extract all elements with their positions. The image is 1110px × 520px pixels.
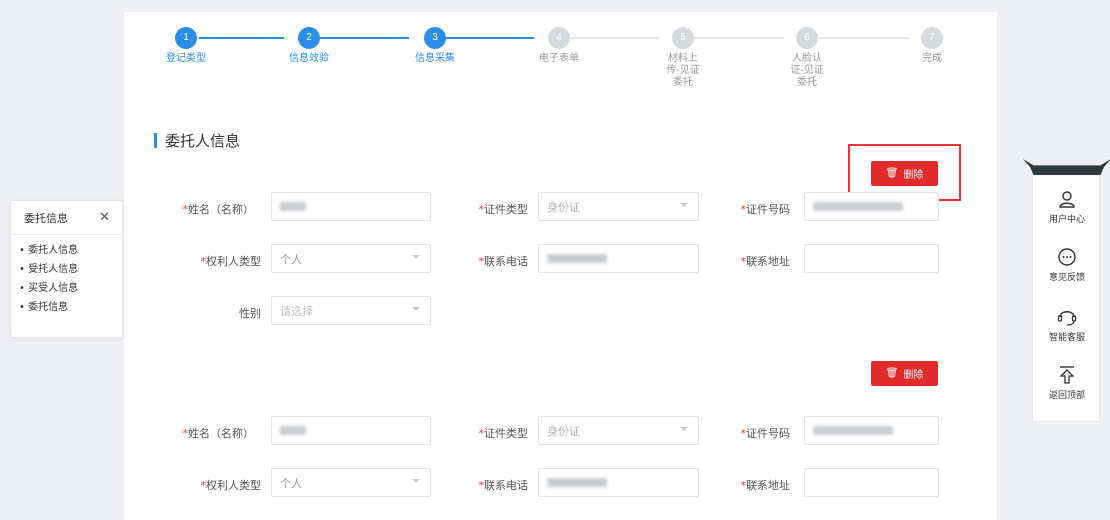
trash-icon: 🗑	[885, 368, 899, 379]
back-to-top-button[interactable]: 返回顶部	[1033, 365, 1101, 401]
id-type-label: *证件类型	[478, 427, 529, 440]
gender-select[interactable]: 请选择	[271, 296, 431, 325]
panel-item[interactable]: 买受人信息	[19, 281, 122, 297]
step-label: 信息采集	[415, 53, 455, 64]
id-type-label: *证件类型	[478, 203, 529, 216]
step-6: 6 人脸认证-见证委托	[767, 27, 847, 89]
step-label: 完成	[922, 53, 942, 64]
holder-type-select[interactable]: 个人	[271, 468, 431, 497]
delete-button[interactable]: 🗑 删除	[871, 361, 938, 386]
commission-nav-panel: 委托信息 ✕ 委托人信息 受托人信息 买受人信息 委托信息	[10, 200, 123, 338]
close-icon[interactable]: ✕	[99, 210, 110, 225]
step-label: 电子表单	[539, 53, 579, 64]
step-2: 2 信息效验	[269, 27, 349, 65]
phone-label: *联系电话	[478, 255, 529, 268]
title-accent-bar	[154, 133, 157, 148]
step-label: 登记类型	[166, 53, 206, 64]
step-3: 3 信息采集	[395, 27, 475, 65]
step-number: 2	[298, 27, 320, 49]
id-number-input[interactable]	[804, 416, 939, 445]
step-label: 信息效验	[289, 53, 329, 64]
step-label: 人脸认证-见证委托	[790, 53, 824, 88]
step-label: 材料上传-见证委托	[666, 53, 700, 88]
chevron-down-icon	[412, 307, 420, 311]
chat-icon	[1058, 248, 1076, 266]
id-type-select[interactable]: 身份证	[538, 192, 699, 221]
address-input[interactable]	[804, 244, 939, 273]
name-label: *姓名（名称）	[182, 427, 255, 440]
id-number-label: *证件号码	[740, 203, 791, 216]
floating-toolbar: 用户中心 意见反馈 智能客服 返回顶部	[1023, 159, 1110, 422]
address-label: *联系地址	[740, 255, 791, 268]
arrow-up-icon	[1059, 366, 1075, 384]
panel-item[interactable]: 委托信息	[19, 300, 122, 316]
holder-type-label: *权利人类型	[200, 479, 262, 492]
phone-label: *联系电话	[478, 479, 529, 492]
id-number-input[interactable]	[804, 192, 939, 221]
progress-stepper: 1 登记类型 2 信息效验 3 信息采集 4 电子表单 5 材料上传-见证委托 …	[144, 27, 954, 107]
toolbar-cap	[1023, 159, 1110, 175]
section-title-text: 委托人信息	[165, 132, 241, 150]
panel-item[interactable]: 委托人信息	[19, 243, 122, 259]
step-number: 7	[921, 27, 943, 49]
phone-input[interactable]	[538, 468, 699, 497]
phone-input[interactable]	[538, 244, 699, 273]
delete-label: 删除	[903, 170, 924, 181]
user-center-button[interactable]: 用户中心	[1033, 189, 1101, 225]
id-number-label: *证件号码	[740, 427, 791, 440]
step-number: 1	[175, 27, 197, 49]
section-title: 委托人信息	[154, 130, 240, 151]
main-content: 1 登记类型 2 信息效验 3 信息采集 4 电子表单 5 材料上传-见证委托 …	[124, 12, 997, 520]
trash-icon: 🗑	[885, 168, 899, 179]
name-input[interactable]	[271, 416, 431, 445]
headset-icon	[1057, 311, 1077, 326]
step-number: 6	[796, 27, 818, 49]
step-number: 3	[424, 27, 446, 49]
name-input[interactable]	[271, 192, 431, 221]
step-7: 7 完成	[892, 27, 972, 65]
step-5: 5 材料上传-见证委托	[643, 27, 723, 89]
step-number: 5	[672, 27, 694, 49]
gender-label: 性别	[239, 307, 261, 320]
toolbar-label: 返回顶部	[1048, 391, 1085, 401]
delete-button[interactable]: 🗑 删除	[871, 161, 938, 186]
panel-header: 委托信息 ✕	[11, 201, 122, 235]
feedback-button[interactable]: 意见反馈	[1033, 247, 1101, 283]
user-icon	[1059, 191, 1075, 208]
step-1: 1 登记类型	[146, 27, 226, 65]
id-type-select[interactable]: 身份证	[538, 416, 699, 445]
panel-list: 委托人信息 受托人信息 买受人信息 委托信息	[11, 235, 122, 316]
customer-service-button[interactable]: 智能客服	[1033, 305, 1101, 343]
address-input[interactable]	[804, 468, 939, 497]
panel-title: 委托信息	[24, 211, 68, 225]
name-label: *姓名（名称）	[182, 203, 255, 216]
toolbar-label: 用户中心	[1048, 215, 1085, 225]
delete-label: 删除	[903, 370, 924, 381]
toolbar-label: 智能客服	[1048, 333, 1085, 343]
toolbar-label: 意见反馈	[1048, 273, 1085, 283]
step-number: 4	[548, 27, 570, 49]
address-label: *联系地址	[740, 479, 791, 492]
holder-type-select[interactable]: 个人	[271, 244, 431, 273]
panel-item[interactable]: 受托人信息	[19, 262, 122, 278]
holder-type-label: *权利人类型	[200, 255, 262, 268]
step-4: 4 电子表单	[519, 27, 599, 65]
